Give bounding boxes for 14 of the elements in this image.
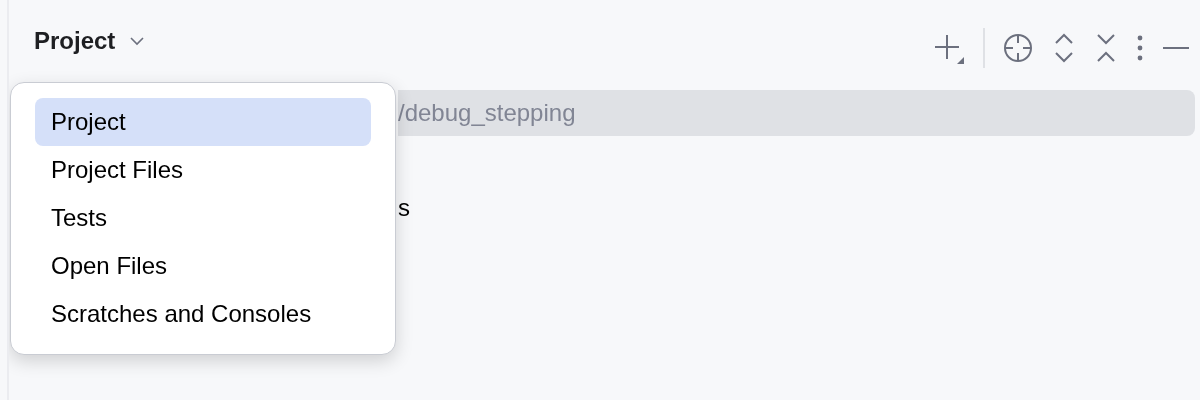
expand-all-icon[interactable]	[1053, 33, 1075, 63]
collapse-all-icon[interactable]	[1095, 33, 1117, 63]
menu-item[interactable]: Project	[35, 98, 371, 146]
menu-item[interactable]: Tests	[35, 194, 371, 242]
tree-row[interactable]: s	[398, 184, 410, 232]
more-options-icon[interactable]	[1137, 35, 1143, 61]
chevron-down-icon	[129, 36, 146, 46]
menu-item[interactable]: Scratches and Consoles	[35, 290, 371, 338]
minimize-icon[interactable]	[1163, 46, 1189, 50]
crosshair-icon[interactable]	[1003, 33, 1033, 63]
menu-item[interactable]: Project Files	[35, 146, 371, 194]
menu-item[interactable]: Open Files	[35, 242, 371, 290]
view-selector[interactable]: Project	[34, 27, 146, 55]
add-icon[interactable]	[933, 32, 965, 64]
